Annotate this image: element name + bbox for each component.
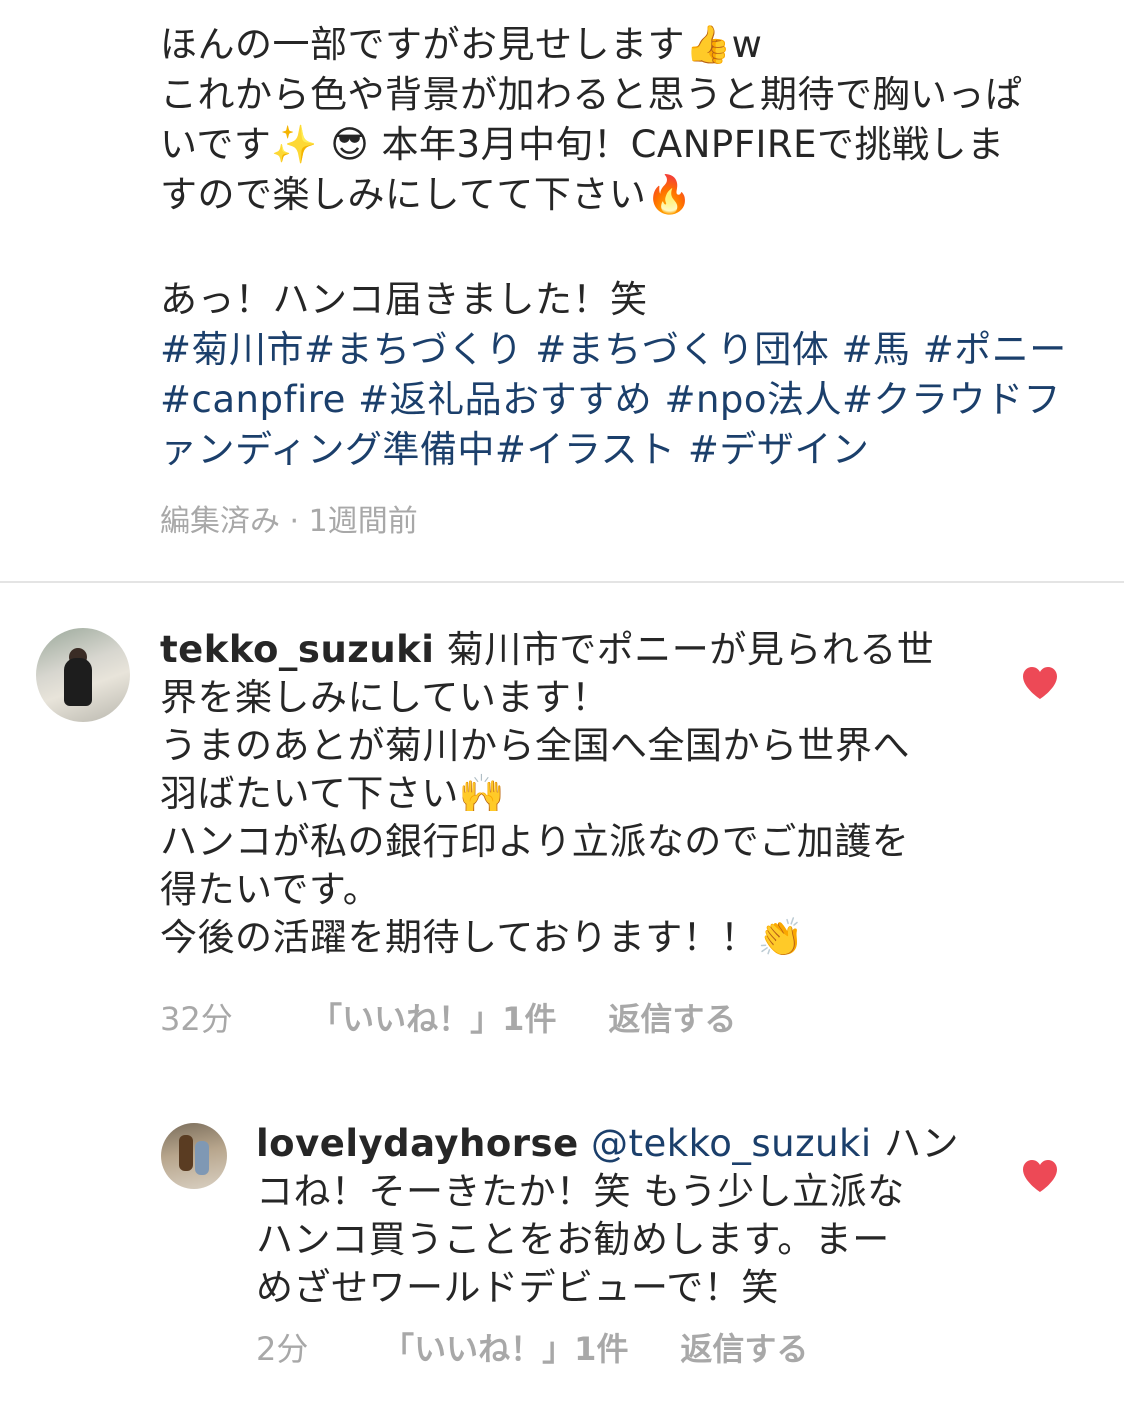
- heart-icon[interactable]: [1021, 665, 1059, 701]
- avatar-horse: [179, 1135, 193, 1171]
- avatar[interactable]: [161, 1123, 227, 1189]
- heart-icon[interactable]: [1021, 1158, 1059, 1194]
- comment-likes[interactable]: 「いいね！」1件: [310, 994, 598, 1040]
- heart-shape: [1023, 1160, 1057, 1192]
- comment-mention[interactable]: @tekko_suzuki: [591, 1122, 872, 1165]
- comment-first-line: lovelydayhorse @tekko_suzuki ハン: [256, 1120, 976, 1168]
- comment-time: 2分: [256, 1330, 309, 1368]
- comment-text: 菊川市でポニーが見られる世: [446, 628, 935, 671]
- comment-likes[interactable]: 「いいね！」1件: [382, 1324, 670, 1370]
- caption-line: すので楽しみにしてて下さい🔥: [160, 173, 693, 216]
- caption-line: いです✨ 😎 本年3月中旬！CANPFIREで挑戦しま: [160, 123, 1005, 166]
- comment-time: 32分: [160, 1000, 233, 1038]
- comment-text: 得たいです。: [160, 868, 381, 911]
- comment-text: ハンコが私の銀行印より立派なのでご加護を: [160, 820, 910, 863]
- comment-text: うまのあとが菊川から全国へ全国から世界へ: [160, 724, 910, 767]
- reply-button[interactable]: 返信する: [680, 1324, 808, 1370]
- caption-line: これから色や背景が加わると思うと期待で胸いっぱ: [160, 73, 1023, 116]
- comment-text: 界を楽しみにしています！: [160, 676, 609, 719]
- avatar-person: [195, 1141, 209, 1175]
- comment-reply: lovelydayhorse @tekko_suzuki ハン コね！そーきたか…: [256, 1120, 976, 1312]
- comment-first-line: tekko_suzuki 菊川市でポニーが見られる世: [160, 626, 980, 674]
- hashtag-line[interactable]: #菊川市#まちづくり #まちづくり団体 #馬 #ポニー: [160, 325, 1080, 375]
- comment-text: 今後の活躍を期待しております！！👏: [160, 916, 805, 959]
- reply-button[interactable]: 返信する: [608, 994, 736, 1040]
- avatar[interactable]: [36, 628, 130, 722]
- divider: [0, 581, 1124, 583]
- comment: tekko_suzuki 菊川市でポニーが見られる世 界を楽しみにしています！ …: [160, 626, 980, 962]
- comment-text: ハン: [883, 1122, 959, 1165]
- comment-actions: 32分 「いいね！」1件 返信する: [160, 994, 736, 1040]
- comment-text: ハンコ買うことをお勧めします。まー: [256, 1218, 890, 1261]
- comment-text: めざせワールドデビューで！笑: [256, 1266, 779, 1309]
- comment-text: 羽ばたいて下さい🙌: [160, 772, 506, 815]
- avatar-figure-body: [64, 658, 92, 706]
- comment-username[interactable]: lovelydayhorse: [256, 1122, 579, 1165]
- caption-line: ほんの一部ですがお見せします👍w: [160, 23, 763, 66]
- caption-extra: あっ！ハンコ届きました！笑: [160, 278, 648, 321]
- hashtag-line[interactable]: ァンディング準備中#イラスト #デザイン: [160, 425, 1080, 475]
- post-caption: ほんの一部ですがお見せします👍w これから色や背景が加わると思うと期待で胸いっぱ…: [160, 20, 1080, 475]
- comment-username[interactable]: tekko_suzuki: [160, 628, 434, 671]
- hashtags: #菊川市#まちづくり #まちづくり団体 #馬 #ポニー #canpfire #返…: [160, 325, 1080, 475]
- comment-text: コね！そーきたか！笑 もう少し立派な: [256, 1170, 905, 1213]
- post-meta: 編集済み · 1週間前: [160, 504, 418, 539]
- heart-shape: [1023, 667, 1057, 699]
- comment-actions: 2分 「いいね！」1件 返信する: [256, 1324, 808, 1370]
- hashtag-line[interactable]: #canpfire #返礼品おすすめ #npo法人#クラウドフ: [160, 375, 1080, 425]
